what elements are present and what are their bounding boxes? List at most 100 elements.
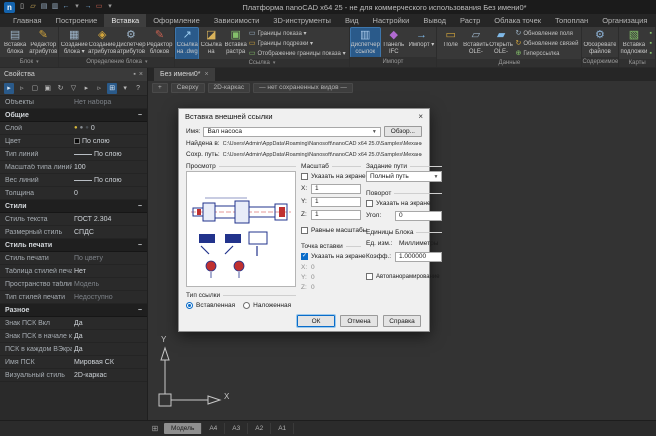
cancel-button[interactable]: Отмена	[340, 315, 378, 327]
insert-block-button[interactable]: ▤Вставка блока	[1, 28, 29, 57]
window-select-icon[interactable]: ▢	[30, 83, 40, 94]
saved-views-button[interactable]: — нет сохраненных видов —	[253, 83, 353, 93]
select-similar-icon[interactable]: ▸	[81, 83, 91, 94]
ribbon-tab-11[interactable]: Топоплан	[548, 14, 595, 27]
undo-icon[interactable]: ←	[61, 2, 71, 12]
close-panel-icon[interactable]: ×	[139, 71, 143, 78]
collapse-icon[interactable]: −	[138, 242, 142, 249]
map-tool-1-button[interactable]: ▪	[650, 29, 652, 38]
file-explorer-button[interactable]: ⚙Обозреватель файлов	[583, 28, 616, 57]
property-value[interactable]: Недоступно	[72, 294, 147, 301]
property-value[interactable]: 0	[72, 190, 147, 197]
view-orientation-button[interactable]: Сверху	[171, 83, 205, 93]
insertion-onscreen-checkbox[interactable]: ✓ Указать на экране	[301, 251, 361, 262]
property-value[interactable]: Да	[72, 320, 147, 327]
panel-menu-icon[interactable]: ▾	[120, 83, 130, 94]
crossing-select-icon[interactable]: ▣	[43, 83, 53, 94]
autopan-checkbox[interactable]: Автопанорамирование	[366, 271, 442, 282]
print-icon[interactable]: ▭	[94, 2, 104, 12]
update-field-button[interactable]: ↻Обновление поля	[516, 29, 579, 38]
ribbon-tab-2[interactable]: Вставка	[104, 14, 146, 27]
ref-type-inserted-radio[interactable]: Вставленная	[186, 300, 235, 311]
scale-x-input[interactable]: 1	[311, 184, 361, 194]
ribbon-tab-8[interactable]: Вывод	[416, 14, 453, 27]
add-view-button[interactable]: +	[152, 83, 168, 93]
ribbon-tab-1[interactable]: Построение	[49, 14, 105, 27]
xref-name-select[interactable]: Вал насоса ▼	[203, 127, 380, 137]
redo-icon[interactable]: →	[83, 2, 93, 12]
open-file-icon[interactable]: ▱	[28, 2, 38, 12]
open-ole-button[interactable]: ▰Открыть OLE-объект	[489, 28, 514, 59]
property-value[interactable]: ГОСТ 2.304	[72, 216, 147, 223]
block-editor-button[interactable]: ✎Редактор блоков	[146, 28, 174, 57]
scale-y-input[interactable]: 1	[311, 197, 361, 207]
attribute-manager-button[interactable]: ⚙Диспетчер атрибутов	[116, 28, 145, 57]
close-document-icon[interactable]: ×	[205, 71, 209, 78]
display-boundary-button[interactable]: ▭Отображение границы показа ▾	[249, 49, 346, 58]
ref-type-overlaid-radio[interactable]: Наложенная	[243, 300, 291, 311]
property-section-8[interactable]: Стили−	[0, 200, 147, 213]
property-value[interactable]: По слою	[72, 151, 147, 158]
field-button[interactable]: ▭Поле	[438, 28, 463, 59]
collapse-icon[interactable]: −	[138, 203, 142, 210]
angle-input[interactable]: 0	[395, 211, 442, 221]
property-value[interactable]: Да	[72, 346, 147, 353]
update-links-button[interactable]: ↻Обновление связей	[516, 39, 579, 48]
map-underlay-button[interactable]: ▧Вставка подложки	[620, 28, 647, 59]
layout-tab-4[interactable]: A1	[271, 423, 294, 434]
layout-tab-1[interactable]: A4	[202, 423, 225, 434]
deselect-icon[interactable]: ▹	[94, 83, 104, 94]
layout-tab-3[interactable]: A2	[248, 423, 271, 434]
property-value[interactable]: По слою	[72, 138, 147, 145]
property-value[interactable]: По цвету	[72, 255, 147, 262]
dialog-title-bar[interactable]: Вставка внешней ссылки ×	[179, 109, 429, 124]
rotation-onscreen-checkbox[interactable]: Указать на экране	[366, 198, 442, 209]
group-dialog-arrow-icon[interactable]: ▾	[145, 59, 148, 65]
xref-dwg-button[interactable]: ↗Ссылка на .dwg	[176, 28, 198, 59]
property-value[interactable]: По слою	[72, 177, 147, 184]
insert-ole-button[interactable]: ▱Вставить OLE-объект	[463, 28, 488, 59]
calculator-icon[interactable]: ⊞	[107, 83, 117, 94]
ribbon-tab-4[interactable]: Зависимости	[207, 14, 267, 27]
scale-z-input[interactable]: 1	[311, 210, 361, 220]
map-tool-2-button[interactable]: ▪	[650, 39, 652, 48]
property-section-1[interactable]: Общие−	[0, 109, 147, 122]
property-value[interactable]: Модель	[72, 281, 147, 288]
clip-boundary-button[interactable]: ▭Границы подрезки ▾	[249, 39, 346, 48]
collapse-icon[interactable]: −	[138, 307, 142, 314]
create-block-button[interactable]: ▦Создание блока ▾	[60, 28, 88, 57]
property-value[interactable]: 100	[72, 164, 147, 171]
collapse-icon[interactable]: −	[138, 112, 142, 119]
layer-freeze-icon[interactable]: ●	[80, 125, 84, 131]
equal-scales-checkbox[interactable]: Равные масштабы	[301, 225, 361, 236]
save-all-icon[interactable]: ▥	[50, 2, 60, 12]
layout-grid-icon[interactable]: ⊞	[148, 424, 162, 433]
layout-tab-0[interactable]: Модель	[164, 423, 202, 434]
filter-icon[interactable]: ▽	[69, 83, 79, 94]
property-value[interactable]: Нет набора	[72, 99, 147, 106]
ifc-panel-button[interactable]: ◆Панель IFC	[380, 28, 408, 57]
browse-button[interactable]: Обзор...	[384, 126, 422, 137]
hyperlink-button[interactable]: ⊕Гиперссылка	[516, 49, 579, 58]
import-button[interactable]: →Импорт ▾	[408, 28, 436, 57]
ribbon-tab-9[interactable]: Растр	[453, 14, 487, 27]
ribbon-tab-3[interactable]: Оформление	[146, 14, 207, 27]
path-type-select[interactable]: Полный путь ▼	[366, 171, 442, 182]
group-dialog-arrow-icon[interactable]: ▾	[273, 60, 276, 66]
factor-input[interactable]: 1.000000	[395, 252, 442, 262]
pointer-select-icon[interactable]: ▹	[17, 83, 27, 94]
help-icon[interactable]: ?	[133, 83, 143, 94]
property-value[interactable]: Мировая СК	[72, 359, 147, 366]
raster-image-button[interactable]: ▣Вставка растра	[225, 28, 247, 59]
map-tool-3-button[interactable]: ▪	[650, 49, 652, 58]
scale-onscreen-checkbox[interactable]: Указать на экране	[301, 171, 361, 182]
ok-button[interactable]: ОК	[297, 315, 335, 327]
drawing-canvas[interactable]: Без имени0* × +Сверху2D-каркас— нет сохр…	[148, 68, 656, 420]
property-section-16[interactable]: Разное−	[0, 304, 147, 317]
ribbon-tab-5[interactable]: 3D-инструменты	[266, 14, 338, 27]
property-value[interactable]: СПДС	[72, 229, 147, 236]
ribbon-tab-10[interactable]: Облака точек	[487, 14, 548, 27]
property-value[interactable]: Да	[72, 333, 147, 340]
show-boundary-button[interactable]: ▭Границы показа ▾	[249, 29, 346, 38]
new-file-icon[interactable]: ▯	[17, 2, 27, 12]
